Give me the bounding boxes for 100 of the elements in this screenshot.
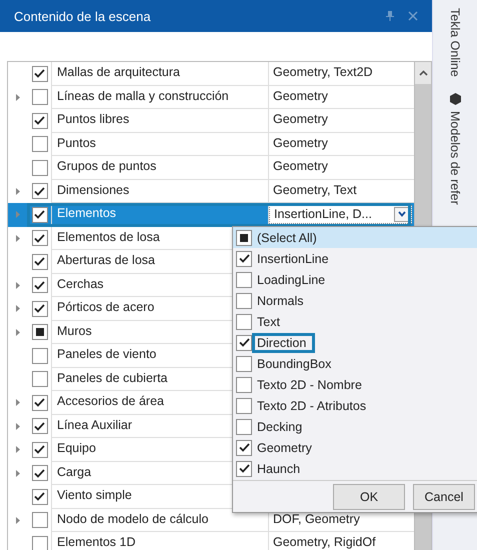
option-row[interactable]: Decking	[233, 416, 477, 437]
expand-icon[interactable]	[16, 446, 20, 454]
value-text: DOF, Geometry	[272, 512, 360, 526]
option-row[interactable]: BoundingBox	[233, 353, 477, 374]
checkbox[interactable]	[32, 89, 48, 106]
tree-row[interactable]: Dimensiones Geometry, Text	[8, 180, 415, 203]
expand-icon[interactable]	[16, 399, 20, 406]
expand-icon[interactable]	[16, 282, 20, 289]
pin-icon[interactable]	[386, 11, 394, 21]
checkbox[interactable]	[32, 371, 48, 388]
expand-icon[interactable]	[16, 470, 20, 477]
side-tab[interactable]: Tekla Online	[448, 8, 462, 77]
expand-icon[interactable]	[16, 516, 20, 524]
checkbox[interactable]	[32, 348, 48, 364]
checkbox[interactable]	[236, 292, 252, 308]
tree-row[interactable]: Puntos libres Geometry	[8, 109, 415, 132]
option-row[interactable]: Text	[233, 311, 477, 332]
checkbox[interactable]	[32, 324, 48, 340]
option-row[interactable]: LoadingLine	[233, 269, 477, 290]
option-row[interactable]: (Select All)	[233, 227, 477, 248]
layer-name: Cerchas	[56, 276, 104, 291]
value-text: Geometry, Text	[272, 182, 357, 197]
caret-icon[interactable]	[398, 211, 406, 218]
layer-name: Pórticos de acero	[56, 300, 154, 314]
scroll-up-icon[interactable]	[418, 70, 428, 76]
value-text: Geometry, RigidOf	[272, 535, 376, 550]
expand-icon[interactable]	[16, 422, 20, 430]
option-label: BoundingBox	[256, 356, 332, 373]
expand-icon[interactable]	[16, 94, 20, 101]
expand-icon[interactable]	[16, 234, 20, 242]
checkbox[interactable]	[236, 460, 252, 476]
checkbox[interactable]	[32, 300, 48, 317]
tree-row[interactable]: Líneas de malla y construcción Geometry	[8, 86, 415, 109]
option-row[interactable]: Geometry	[233, 437, 477, 458]
checkbox[interactable]	[32, 536, 48, 550]
option-label: (Select All)	[256, 230, 318, 247]
layer-name: Aberturas de losa	[56, 253, 155, 268]
checkbox[interactable]	[32, 394, 48, 411]
checkbox[interactable]	[32, 160, 48, 176]
option-label: InsertionLine	[256, 250, 330, 268]
checkbox[interactable]	[236, 334, 252, 350]
tree-row[interactable]: Mallas de arquitectura Geometry, Text2D	[8, 62, 415, 86]
option-label: Normals	[256, 292, 305, 310]
ok-button[interactable]: OK	[333, 484, 405, 510]
option-row[interactable]: Direction	[233, 332, 477, 353]
cancel-button[interactable]: Cancel	[413, 484, 475, 510]
tree-row[interactable]: Elementos InsertionLine, D...	[8, 203, 415, 226]
checkbox[interactable]	[32, 66, 48, 82]
checkbox[interactable]	[236, 230, 252, 246]
layer-name: Grupos de puntos	[56, 159, 156, 174]
layer-name: Carga	[56, 464, 92, 479]
layer-name: Puntos libres	[56, 112, 130, 126]
value-text: Geometry	[272, 88, 328, 103]
checkbox[interactable]	[32, 277, 48, 294]
option-row[interactable]: Texto 2D - Nombre	[233, 374, 477, 395]
checkbox[interactable]	[236, 250, 252, 266]
checkbox[interactable]	[236, 418, 252, 434]
checkbox[interactable]	[236, 314, 252, 330]
layer-name: Muros	[56, 324, 92, 338]
checkbox[interactable]	[32, 442, 48, 458]
value-text: Geometry	[272, 112, 328, 126]
checkbox[interactable]	[236, 398, 252, 414]
layer-name: Nodo de modelo de cálculo	[56, 512, 208, 526]
option-row[interactable]: Haunch	[233, 458, 477, 479]
checkbox[interactable]	[32, 254, 48, 270]
option-label: LoadingLine	[256, 272, 326, 289]
checkbox[interactable]	[32, 465, 48, 482]
side-tab[interactable]: Modelos de refer	[448, 110, 462, 205]
checkbox[interactable]	[32, 230, 48, 246]
layer-name: Dimensiones	[56, 182, 130, 197]
checkbox[interactable]	[32, 418, 48, 434]
close-icon[interactable]	[408, 11, 418, 21]
expand-icon[interactable]	[16, 328, 20, 336]
panel-title: Contenido de la escena	[14, 8, 152, 24]
option-row[interactable]: InsertionLine	[233, 248, 477, 269]
tree-row[interactable]: Grupos de puntos Geometry	[8, 156, 415, 180]
expand-icon[interactable]	[16, 305, 20, 312]
checkbox[interactable]	[32, 112, 48, 129]
option-label: Texto 2D - Nombre	[256, 376, 363, 394]
checkbox[interactable]	[32, 512, 48, 528]
checkbox[interactable]	[236, 440, 252, 456]
layer-name: Mallas de arquitectura	[56, 65, 180, 80]
option-label: Geometry	[256, 440, 313, 457]
value-text: Geometry	[272, 159, 328, 174]
checkbox[interactable]	[32, 488, 48, 505]
checkbox[interactable]	[32, 206, 48, 223]
checkbox[interactable]	[236, 272, 252, 288]
expand-icon[interactable]	[16, 188, 20, 195]
layer-name: Equipo	[56, 441, 96, 456]
option-row[interactable]: Texto 2D - Atributos	[233, 395, 477, 416]
checkbox[interactable]	[236, 376, 252, 392]
layer-name: Accesorios de área	[56, 394, 164, 408]
checkbox[interactable]	[32, 136, 48, 152]
option-row[interactable]: Normals	[233, 290, 477, 311]
layer-name: Líneas de malla y construcción	[56, 88, 229, 103]
checkbox[interactable]	[236, 356, 252, 372]
tree-row[interactable]: Puntos Geometry	[8, 132, 415, 156]
layer-name: Paneles de cubierta	[56, 370, 168, 385]
checkbox[interactable]	[32, 183, 48, 200]
layer-name: Elementos de losa	[56, 230, 160, 244]
